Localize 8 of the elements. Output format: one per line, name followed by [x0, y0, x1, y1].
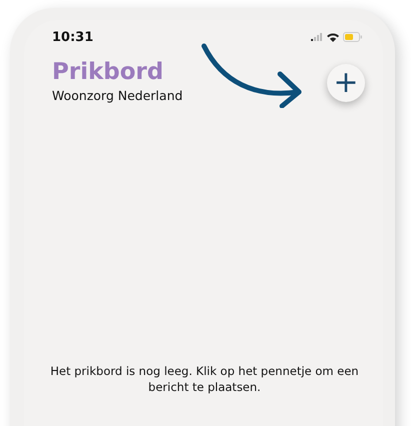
wifi-icon [327, 32, 339, 42]
page-title: Prikbord [52, 58, 164, 86]
signal-icon [311, 33, 323, 41]
page-subtitle: Woonzorg Nederland [52, 88, 183, 103]
battery-icon [343, 32, 363, 42]
empty-message: Het prikbord is nog leeg. Klik op het pennetje om een bericht te plaatsen. [49, 363, 360, 395]
status-time: 10:31 [52, 30, 94, 44]
add-button[interactable]: + [327, 64, 365, 102]
